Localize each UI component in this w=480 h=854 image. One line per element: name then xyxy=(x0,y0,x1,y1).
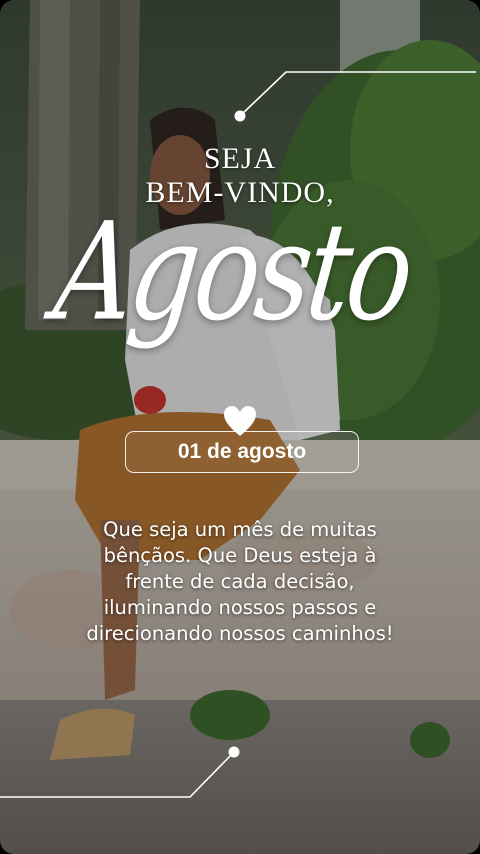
greeting-line-1: SEJA xyxy=(203,142,277,175)
heart-icon xyxy=(224,406,256,436)
month-script-title: Agosto xyxy=(47,194,418,351)
story-card: SEJA BEM-VINDO, Agosto 01 de agosto Que … xyxy=(0,0,480,854)
message-text: Que seja um mês de muitas bênçãos. Que D… xyxy=(86,518,394,645)
date-label: 01 de agosto xyxy=(177,440,307,463)
